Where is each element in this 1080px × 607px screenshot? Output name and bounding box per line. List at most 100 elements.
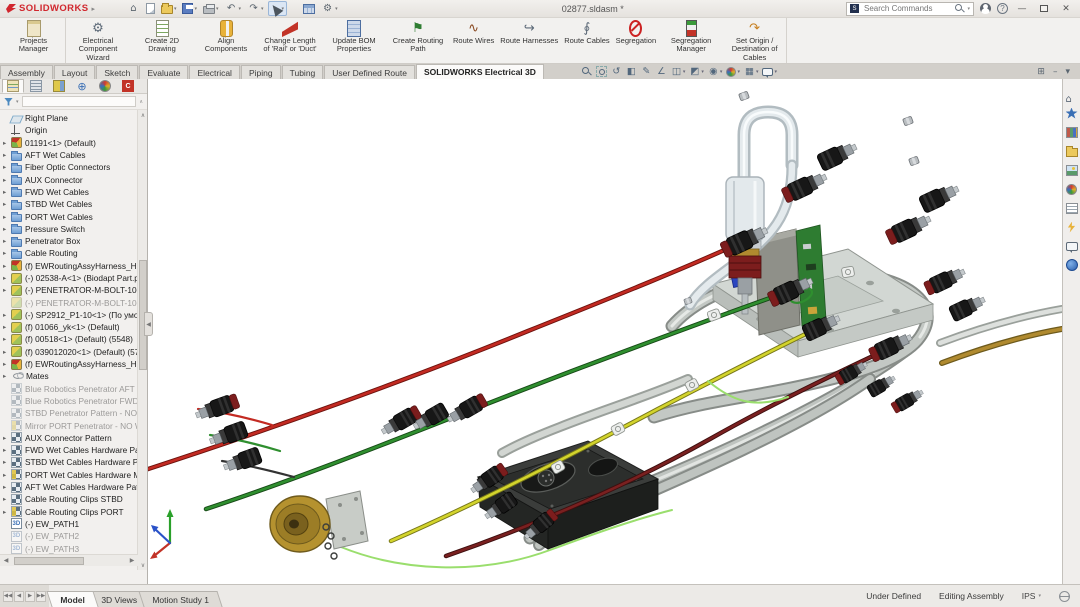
tree-item[interactable]: FWD Wet Cables Hardware Pattern [0, 444, 147, 456]
command-tab[interactable]: Assembly [0, 65, 53, 79]
redo-icon[interactable]: ↷▾ [245, 1, 266, 16]
open-file-icon[interactable]: ▾ [159, 1, 179, 16]
collapse-pane-icon[interactable]: – [1053, 61, 1058, 79]
cam-tab[interactable]: C [117, 79, 139, 93]
custom-properties-icon[interactable] [1064, 201, 1079, 215]
command-tab[interactable]: Sketch [96, 65, 138, 79]
tree-item[interactable]: STBD Wet Cables [0, 198, 147, 210]
scroll-left-icon[interactable]: ◀ [0, 555, 12, 567]
scene-icon[interactable]: ▦▾ [744, 66, 759, 77]
file-explorer-icon[interactable] [1064, 144, 1079, 158]
logo-expand-icon[interactable]: ▸ [91, 5, 95, 13]
view-orientation-icon[interactable]: ◫▾ [671, 66, 686, 77]
section-view-icon[interactable]: ◧▾ [626, 66, 637, 77]
create-routing-path-button[interactable]: ⚑ Create Routing Path [386, 18, 450, 63]
expand-arrow-icon[interactable] [3, 335, 11, 343]
tree-item[interactable]: PORT Wet Cables Hardware Mirror [0, 469, 147, 481]
tree-item[interactable]: Blue Robotics Penetrator FWD - NO [0, 395, 147, 407]
tree-item[interactable]: AUX Connector [0, 173, 147, 185]
tree-item[interactable]: FWD Wet Cables [0, 186, 147, 198]
expand-arrow-icon[interactable] [3, 274, 11, 282]
search-input[interactable] [862, 3, 952, 14]
tree-filter-input[interactable] [22, 96, 137, 107]
command-tab[interactable]: User Defined Route [324, 65, 415, 79]
previous-view-icon[interactable]: ↺▾ [611, 66, 622, 77]
segregation-button[interactable]: Segregation [613, 18, 659, 63]
print-icon[interactable]: ▾ [201, 1, 221, 16]
solidworks-resources-icon[interactable] [1064, 106, 1079, 120]
home-icon[interactable]: ⌂ [1064, 87, 1079, 101]
help-icon[interactable]: ? [997, 3, 1008, 14]
zoom-area-icon[interactable]: ▾ [596, 66, 607, 77]
expand-arrow-icon[interactable] [3, 323, 11, 331]
dimxpertmanager-tab[interactable]: ⊕ [71, 79, 93, 93]
annotations-icon[interactable]: ✎▾ [641, 66, 652, 77]
options-icon[interactable]: ⚙▾ [319, 1, 340, 16]
tree-item[interactable]: PORT Wet Cables [0, 210, 147, 222]
expand-arrow-icon[interactable] [3, 200, 11, 208]
tree-item[interactable]: (-) 02538-A<1> (Biodapt Part.prtdc [0, 272, 147, 284]
tree-item[interactable]: (-) SP2912_P1-10<1> (По умолчан [0, 309, 147, 321]
tree-item[interactable]: (-) PENETRATOR-M-BOLT-10-25-A [0, 284, 147, 296]
command-tab[interactable]: Electrical [189, 65, 239, 79]
select-icon[interactable]: ▾ [268, 1, 288, 16]
expand-arrow-icon[interactable] [3, 471, 11, 479]
expand-arrow-icon[interactable] [3, 446, 11, 454]
tree-vertical-scrollbar[interactable]: ∧ ∨ [137, 110, 147, 570]
search-dropdown-icon[interactable]: ▾ [967, 6, 970, 12]
close-button[interactable]: ✕ [1058, 2, 1074, 15]
minimize-button[interactable]: — [1014, 2, 1030, 15]
command-tab[interactable]: Tubing [282, 65, 324, 79]
tree-item[interactable]: Origin [0, 124, 147, 136]
tree-item[interactable]: (-) EW_PATH1 [0, 518, 147, 530]
expand-arrow-icon[interactable] [3, 372, 11, 380]
home-icon[interactable]: ⌂▾ [125, 1, 142, 16]
display-style-icon[interactable]: ◩▾ [689, 66, 704, 77]
expand-arrow-icon[interactable] [3, 483, 11, 491]
propertymanager-tab[interactable] [25, 79, 47, 93]
graphics-area[interactable] [148, 79, 1062, 584]
view-palette-icon[interactable] [1064, 163, 1079, 177]
expand-arrow-icon[interactable] [3, 151, 11, 159]
tree-item[interactable]: (f) EWRoutingAssyHarness_H2_357 [0, 260, 147, 272]
tree-item[interactable]: (f) EWRoutingAssyHarness_H3(375 [0, 358, 147, 370]
expand-arrow-icon[interactable] [3, 360, 11, 368]
undo-icon[interactable]: ↶▾ [223, 1, 244, 16]
tree-item[interactable]: (f) 039012020<1> (Default) (5781) [0, 346, 147, 358]
expand-arrow-icon[interactable] [3, 458, 11, 466]
tree-scroll-up-icon[interactable]: ∧ [139, 99, 143, 105]
projects-manager-button[interactable]: Projects Manager [2, 18, 66, 63]
command-tab[interactable]: Evaluate [139, 65, 188, 79]
restore-button[interactable] [1036, 2, 1052, 15]
edit-appearance-icon[interactable]: ▾ [726, 67, 740, 77]
scroll-down-icon[interactable]: ∨ [138, 560, 148, 570]
forum-icon[interactable] [1064, 239, 1079, 253]
route-harnesses-button[interactable]: ↪ Route Harnesses [497, 18, 561, 63]
segregation-manager-button[interactable]: Segregation Manager [659, 18, 723, 63]
solidworks-logo[interactable]: SOLIDWORKS ▸ [0, 3, 101, 14]
units-selector[interactable]: IPS ▾ [1022, 591, 1041, 601]
update-bom-properties-button[interactable]: Update BOM Properties [322, 18, 386, 63]
electrical-component-wizard-button[interactable]: ⚙ Electrical Component Wizard [66, 18, 130, 63]
tree-item[interactable]: 01191<1> (Default) [0, 137, 147, 149]
mate-table-icon[interactable]: ▾ [301, 1, 317, 16]
traffic-light-icon[interactable]: ▾ [289, 1, 299, 16]
save-icon[interactable]: ▾ [180, 1, 199, 16]
tree-item[interactable]: Fiber Optic Connectors [0, 161, 147, 173]
create-2d-drawing-button[interactable]: Create 2D Drawing [130, 18, 194, 63]
expand-arrow-icon[interactable] [3, 163, 11, 171]
expand-arrow-icon[interactable] [3, 237, 11, 245]
viewport-layout-icon[interactable]: ⊞ [1037, 61, 1045, 79]
command-tab[interactable]: SOLIDWORKS Electrical 3D [416, 64, 544, 79]
tree-item[interactable]: Blue Robotics Penetrator AFT - NO [0, 383, 147, 395]
tree-item[interactable]: STBD Penetrator Pattern - NO WET [0, 407, 147, 419]
expand-arrow-icon[interactable] [3, 176, 11, 184]
sheet-tab[interactable]: Model [46, 591, 98, 607]
panel-collapse-handle[interactable]: ◀ [144, 312, 153, 336]
prev-sheet-icon[interactable]: ◀ [14, 591, 24, 602]
last-sheet-icon[interactable]: ▶▶ [36, 591, 46, 602]
expand-arrow-icon[interactable] [3, 286, 11, 294]
scrollbar-thumb[interactable] [14, 557, 84, 565]
expand-arrow-icon[interactable] [3, 139, 11, 147]
expand-arrow-icon[interactable] [3, 213, 11, 221]
